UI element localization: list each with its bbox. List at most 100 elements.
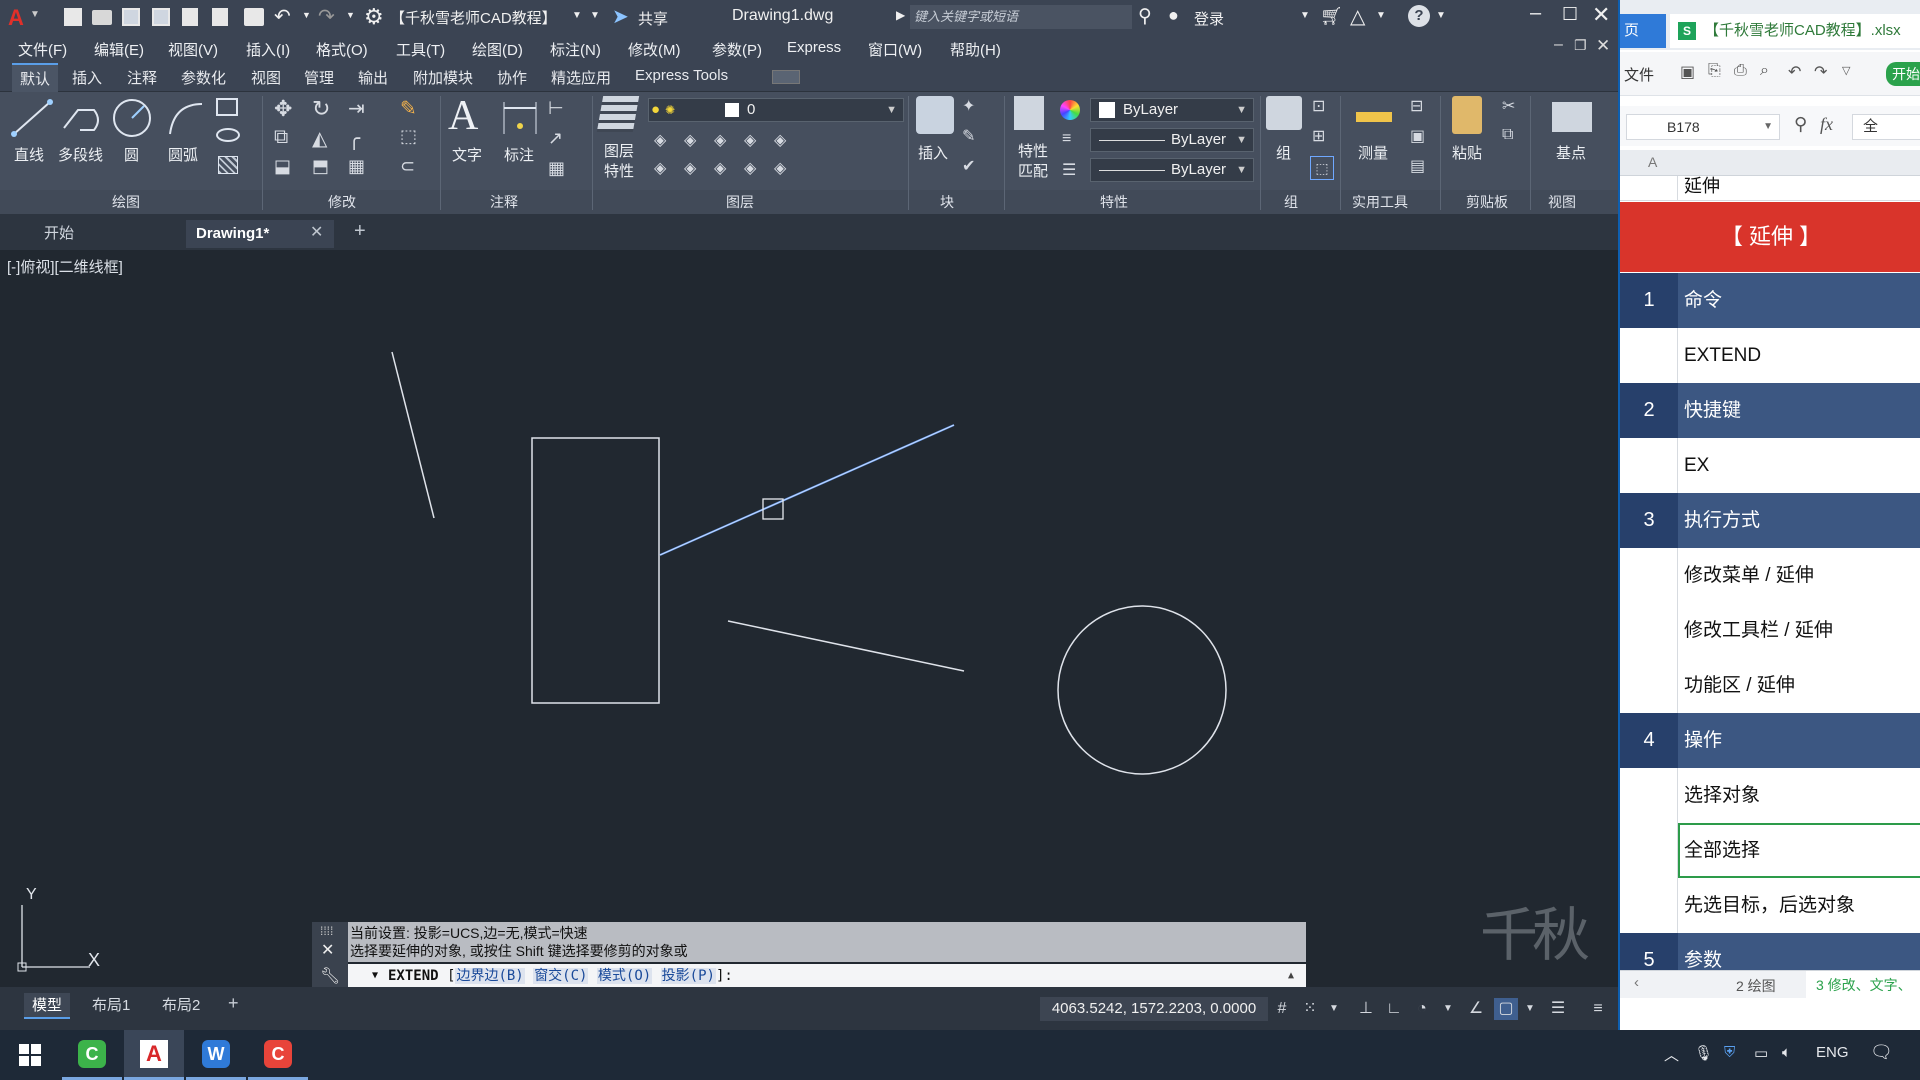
layer-tool-9-icon[interactable]: ◈ [744,158,756,178]
color-select[interactable]: ByLayer ▼ [1090,98,1254,122]
row-text-cell[interactable]: 选择对象 [1678,768,1920,823]
annotation-panel-label[interactable]: 注释 [490,192,518,212]
isodraft-icon[interactable]: ∠ [1464,998,1488,1020]
section-row[interactable]: 4 操作 [1620,713,1920,768]
tab-layout1[interactable]: 布局1 [84,993,138,1019]
group-edit-icon[interactable]: ⊞ [1312,126,1325,146]
row-text-cell[interactable]: EX [1678,438,1920,493]
properties-panel-label[interactable]: 特性 [1100,192,1128,212]
osnap-dropdown-icon[interactable]: ▼ [1518,998,1542,1020]
command-close-icon[interactable]: ✕ [321,940,334,960]
security-shield-icon[interactable]: ⛨ [1724,1044,1735,1061]
trim-icon[interactable]: ⇥ [348,96,365,121]
gear-icon[interactable]: ⚙ [364,4,384,30]
option-project[interactable]: 投影(P) [660,968,716,984]
tab-start[interactable]: 开始 [34,220,84,248]
create-block-icon[interactable]: ✦ [962,96,975,116]
menu-file[interactable]: 文件(F) [18,39,67,60]
menu-modify[interactable]: 修改(M) [628,39,681,60]
polyline-icon[interactable] [60,98,104,138]
sheet-more-icon[interactable]: ▽ [1842,64,1850,77]
match-properties-label-1[interactable]: 特性 [1018,142,1048,162]
notification-icon[interactable]: 🗨︎ [1870,1042,1893,1063]
leader-icon[interactable]: ↗ [548,128,563,149]
paste-icon[interactable] [1452,96,1482,134]
layer-tool-3-icon[interactable]: ◈ [714,130,726,150]
row-text-cell[interactable]: 快捷键 [1678,383,1920,438]
section-banner[interactable]: 【 延伸 】 [1620,202,1920,272]
sheet-preview-icon[interactable]: ⌕ [1760,62,1769,80]
object-snap-icon[interactable]: ▢ [1494,998,1518,1020]
linetype-dropdown-icon[interactable]: ▼ [1236,159,1247,181]
snap-icon[interactable]: ⁙ [1298,998,1322,1020]
group-icon[interactable] [1266,96,1302,130]
input-language[interactable]: ENG [1816,1044,1849,1061]
circle-icon[interactable] [110,96,154,140]
menu-window[interactable]: 窗口(W) [868,39,922,60]
infer-constraints-icon[interactable]: ⊥ [1354,998,1378,1020]
view-panel-label[interactable]: 视图 [1548,192,1576,212]
spreadsheet-file-menu[interactable]: 文件 [1624,64,1654,85]
ribbon-toggle-icon[interactable] [772,70,800,84]
search-icon[interactable]: ⚲ [1138,5,1152,28]
row-text-cell[interactable]: 先选目标，后选对象 [1678,878,1920,933]
option-boundary-edge[interactable]: 边界边(B) [455,968,525,984]
tab-annotate[interactable]: 注释 [127,67,157,88]
detail-row[interactable]: EXTEND [1620,328,1920,383]
copy-icon[interactable]: ⧉ [274,126,288,149]
linetype-select[interactable]: ByLayer ▼ [1090,158,1254,182]
explode-icon[interactable]: ⬚ [400,126,417,147]
doc-minimize-icon[interactable]: – [1554,36,1563,54]
layer-tool-6-icon[interactable]: ◈ [654,158,666,178]
lineweight-icon[interactable]: ≡ [1062,130,1071,148]
copy-clip-icon[interactable]: ⧉ [1502,126,1513,144]
layer-tool-1-icon[interactable]: ◈ [654,130,666,150]
share-button[interactable]: 共享 [638,8,668,29]
tab-manage[interactable]: 管理 [304,67,334,88]
start-button[interactable] [0,1030,60,1080]
insert-button-label[interactable]: 插入 [918,142,948,163]
measure-button-label[interactable]: 测量 [1358,142,1388,163]
circle-button-label[interactable]: 圆 [124,144,139,165]
line-button-label[interactable]: 直线 [14,144,44,165]
measure-icon[interactable] [1356,112,1392,122]
workspace-dropdown-icon[interactable]: ▼ [572,10,582,21]
rectangle-icon[interactable] [216,98,238,116]
search-input[interactable]: 键入关键字或短语 [910,5,1132,29]
redo-dropdown-icon[interactable]: ▼ [346,10,355,20]
block-attribute-icon[interactable]: ✔ [962,156,975,176]
circle-object[interactable] [1057,605,1227,775]
option-crossing[interactable]: 窗交(C) [533,968,589,984]
new-tab-icon[interactable]: + [354,220,366,243]
detail-row[interactable]: 选择对象 [1620,768,1920,823]
row-text-cell[interactable]: EXTEND [1678,328,1920,383]
save-icon[interactable] [122,8,140,26]
match-properties-icon[interactable] [1014,96,1044,130]
ortho-icon[interactable]: ∟ [1382,998,1406,1020]
layer-properties-icon[interactable] [596,96,640,132]
coordinates-readout[interactable]: 4063.5242, 1572.2203, 0.0000 [1040,997,1268,1021]
sheet-save-icon[interactable]: ▣ [1680,62,1695,82]
sheet-tab-modify[interactable]: 3 修改、文字、 [1806,971,1920,999]
tab-default[interactable]: 默认 [12,63,59,92]
login-button[interactable]: 登录 [1194,8,1224,29]
redo-icon[interactable]: ↷ [318,4,335,29]
top-partial-row[interactable]: 延伸 [1620,176,1920,201]
array-icon[interactable]: ▦ [348,156,365,177]
layer-tool-4-icon[interactable]: ◈ [744,130,756,150]
polar-dropdown-icon[interactable]: ▼ [1436,998,1460,1020]
detail-row[interactable]: 全部选择 [1620,823,1920,878]
tab-output[interactable]: 输出 [358,67,388,88]
text-icon[interactable]: A [448,92,478,140]
sheet-print-icon[interactable]: ⎙ [1734,62,1747,80]
base-view-icon[interactable] [1552,102,1592,132]
tab-featured-apps[interactable]: 精选应用 [551,67,611,88]
sheet-start-button[interactable]: 开始 [1886,62,1920,86]
lineweight-select[interactable]: ByLayer ▼ [1090,128,1254,152]
menu-edit[interactable]: 编辑(E) [94,39,144,60]
option-mode[interactable]: 模式(O) [596,968,653,984]
groups-panel-label[interactable]: 组 [1284,192,1298,212]
menu-express[interactable]: Express [787,39,841,56]
layers-panel-label[interactable]: 图层 [726,192,754,212]
row-text-cell[interactable]: 执行方式 [1678,493,1920,548]
